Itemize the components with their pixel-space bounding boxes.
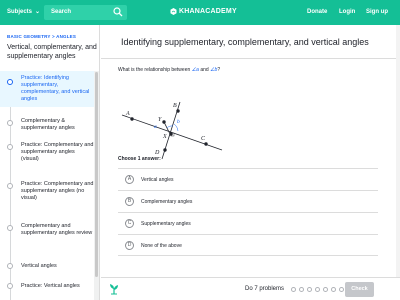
progress-dot <box>307 287 312 292</box>
point-b <box>176 109 180 113</box>
subjects-menu[interactable]: Subjects ⌄ <box>7 8 41 16</box>
video-icon <box>7 263 13 269</box>
sidebar-item-practice-visual[interactable]: Practice: Complementary and supplementar… <box>0 137 94 177</box>
sidebar-item-practice-identifying[interactable]: Practice: Identifying supplementary, com… <box>0 71 94 107</box>
choice-a[interactable]: A Vertical angles <box>118 168 378 190</box>
sidebar-item-label: Practice: Complementary and supplementar… <box>21 181 94 201</box>
chevron-down-icon: ⌄ <box>35 9 41 15</box>
label-angle-a: a <box>154 124 157 130</box>
point-c <box>204 142 208 146</box>
sidebar-item-label: Vertical angles <box>21 263 57 269</box>
sidebar-item-vertical-angles[interactable]: Vertical angles <box>0 253 94 273</box>
label-c-point: C <box>201 136 206 142</box>
progress-dot <box>339 287 344 292</box>
exercise-footer: Do 7 problems Check <box>101 277 400 300</box>
choice-text: None of the above <box>141 243 182 249</box>
sidebar-list: Practice: Identifying supplementary, com… <box>0 71 94 293</box>
sidebar-item-label: Practice: Identifying supplementary, com… <box>21 75 90 102</box>
question-text: What is the relationship between ∠a and … <box>118 67 220 73</box>
label-b-point: B <box>173 103 177 109</box>
sidebar-item-review[interactable]: Complementary and supplementary angles r… <box>0 217 94 253</box>
sidebar-item-label: Complementary and supplementary angles r… <box>21 223 93 236</box>
sidebar-item-label: Practice: Vertical angles <box>21 283 80 289</box>
choice-letter-a[interactable]: A <box>125 175 134 184</box>
point-a <box>130 117 134 121</box>
progress-dot <box>315 287 320 292</box>
exercise-title: Identifying supplementary, complementary… <box>121 37 369 47</box>
choice-text: Vertical angles <box>141 177 174 183</box>
question-prefix: What is the relationship between <box>118 67 191 73</box>
choice-c[interactable]: C Supplementary angles <box>118 212 378 234</box>
question-and: and <box>200 67 209 73</box>
choice-letter-b[interactable]: B <box>125 197 134 206</box>
subjects-label: Subjects <box>7 8 33 15</box>
practice-icon <box>7 283 13 289</box>
angle-a-label: ∠a <box>191 67 199 73</box>
check-button[interactable]: Check <box>345 282 374 297</box>
choice-d[interactable]: D None of the above <box>118 234 378 256</box>
point-x <box>169 132 173 136</box>
main-scrollbar[interactable] <box>396 25 400 277</box>
sidebar-item-label: Complementary & supplementary angles <box>21 118 75 131</box>
sidebar-scrollbar-thumb[interactable] <box>95 72 98 277</box>
practice-icon <box>7 183 13 189</box>
brand-name: KHANACADEMY <box>179 8 237 15</box>
label-x-point: X <box>162 134 167 140</box>
article-icon <box>7 225 13 231</box>
sidebar-item-practice-vertical[interactable]: Practice: Vertical angles <box>0 273 94 293</box>
choice-letter-d[interactable]: D <box>125 241 134 250</box>
search-icon[interactable] <box>113 7 123 17</box>
progress-text: Do 7 problems <box>245 286 285 292</box>
progress-dot <box>323 287 328 292</box>
login-link[interactable]: Login <box>339 9 355 15</box>
progress-dots <box>291 287 344 292</box>
sidebar-item-complementary-supplementary[interactable]: Complementary & supplementary angles <box>0 107 94 137</box>
question-suffix: ? <box>217 67 221 73</box>
choose-label: Choose 1 answer: <box>118 156 161 162</box>
sidebar-item-label: Practice: Complementary and supplementar… <box>21 142 94 162</box>
hint-sprout-icon[interactable] <box>108 283 120 295</box>
progress-dot <box>291 287 296 292</box>
label-a-point: A <box>125 111 130 117</box>
video-icon <box>7 120 13 126</box>
sidebar-item-practice-no-visual[interactable]: Practice: Complementary and supplementar… <box>0 177 94 217</box>
signup-link[interactable]: Sign up <box>366 9 388 15</box>
khan-academy-logo[interactable]: KHANACADEMY <box>170 8 237 15</box>
point-d <box>163 148 167 152</box>
leaf-logo-icon <box>170 8 177 15</box>
angle-diagram: A B C D X Y a b <box>121 101 223 160</box>
angle-b-arc <box>173 123 179 132</box>
search-placeholder: Search <box>51 9 72 15</box>
answer-choices: A Vertical angles B Complementary angles… <box>118 168 378 256</box>
donate-link[interactable]: Donate <box>307 9 327 15</box>
choice-text: Supplementary angles <box>141 221 191 227</box>
choice-b[interactable]: B Complementary angles <box>118 190 378 212</box>
divider <box>101 58 400 59</box>
choice-letter-c[interactable]: C <box>125 219 134 228</box>
point-y <box>162 120 166 124</box>
progress-dot <box>299 287 304 292</box>
exercise-panel: Identifying supplementary, complementary… <box>101 25 400 300</box>
top-nav-bar: Subjects ⌄ Search KHANACADEMY Donate Log… <box>0 0 400 25</box>
label-angle-b: b <box>177 119 180 125</box>
label-y-point: Y <box>158 117 162 123</box>
search-box[interactable]: Search <box>44 5 127 20</box>
practice-icon <box>7 79 13 85</box>
choice-text: Complementary angles <box>141 199 193 205</box>
topic-title: Vertical, complementary, and supplementa… <box>7 44 97 60</box>
progress-dot <box>331 287 336 292</box>
practice-icon <box>7 144 13 150</box>
breadcrumb[interactable]: BASIC GEOMETRY > ANGLES <box>7 34 76 39</box>
sidebar: BASIC GEOMETRY > ANGLES Vertical, comple… <box>0 25 100 300</box>
